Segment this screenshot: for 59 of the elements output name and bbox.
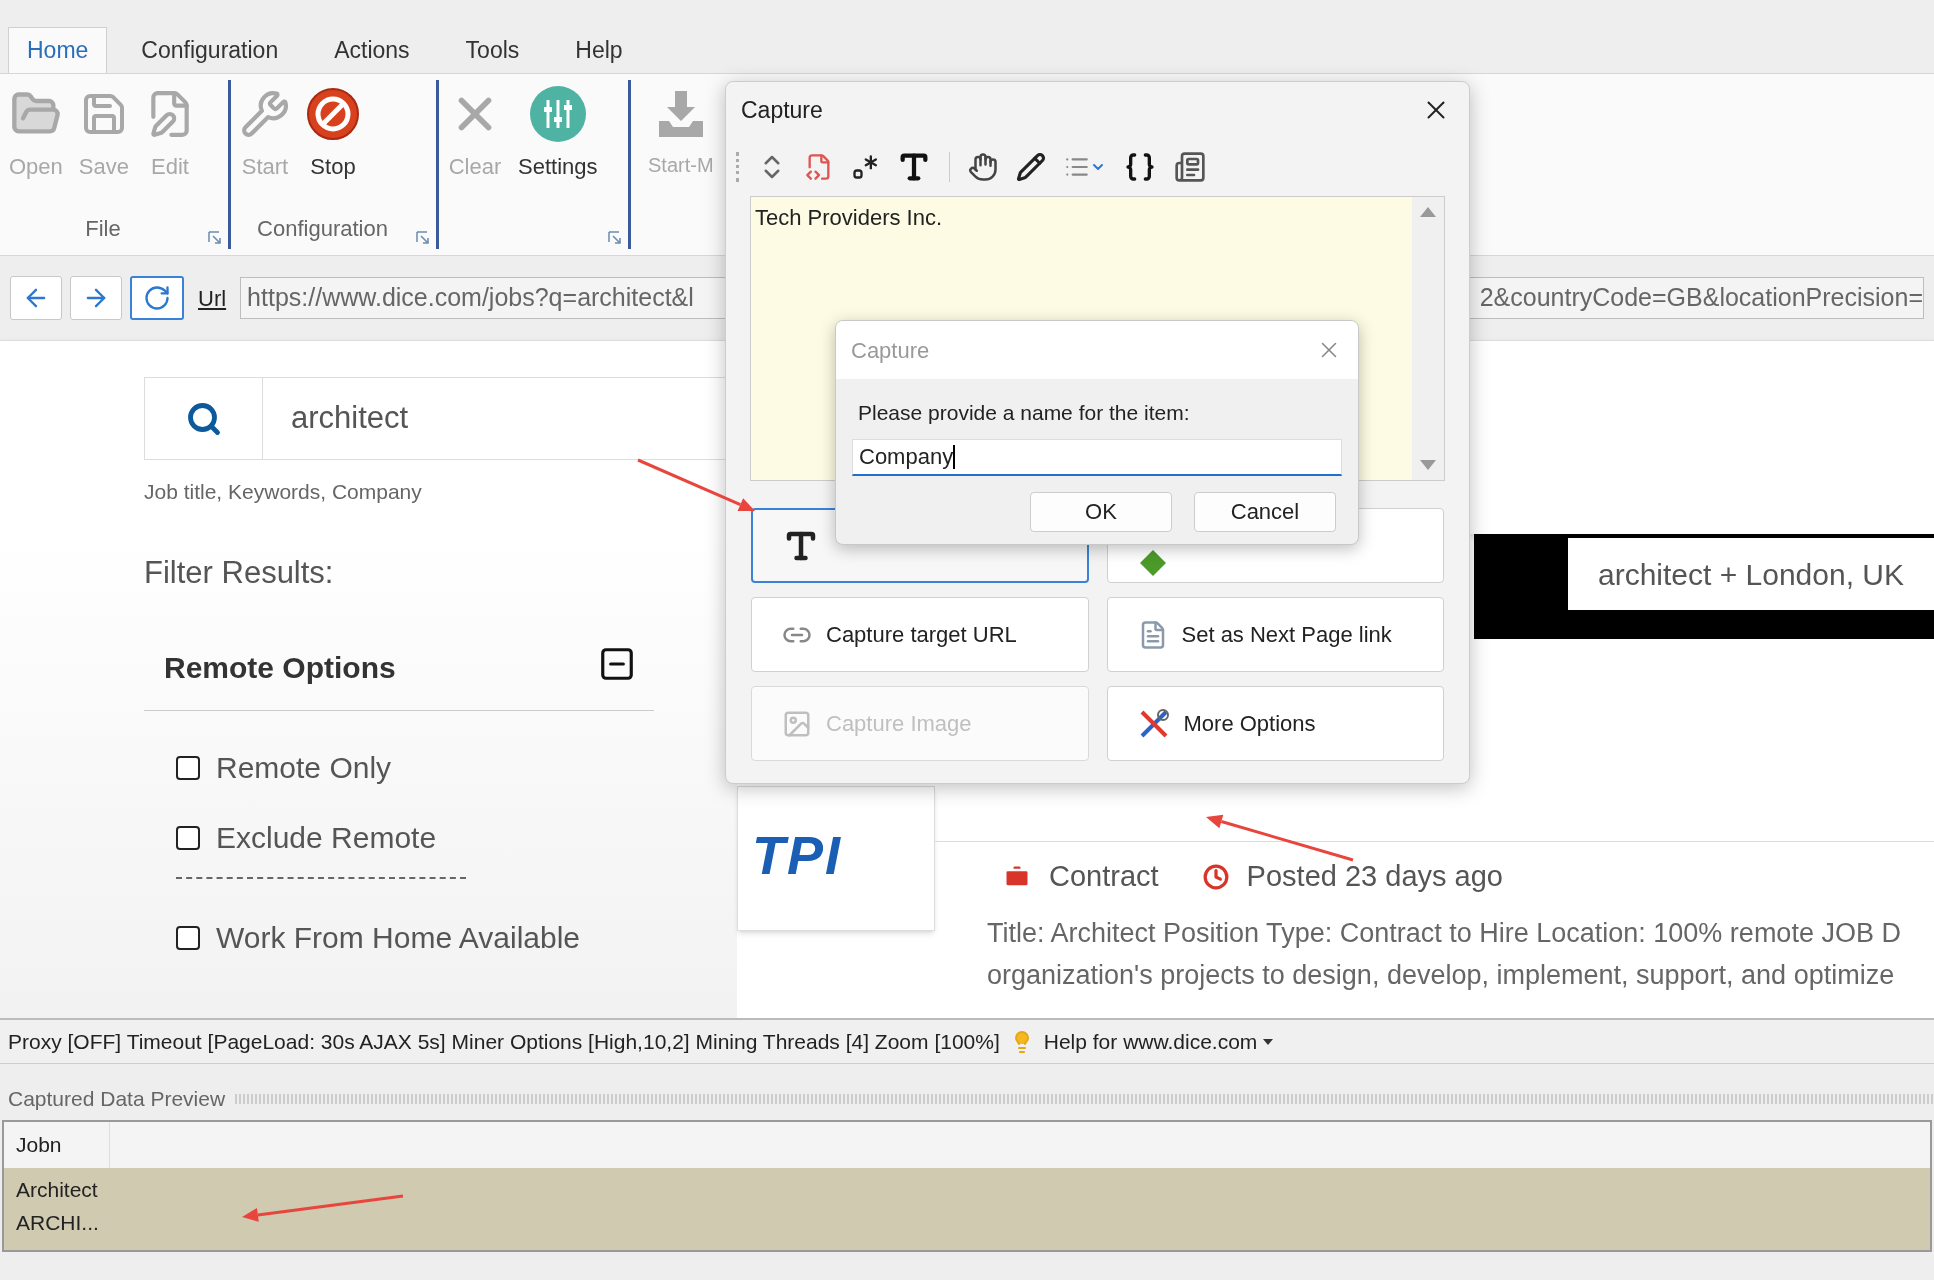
pencil-icon[interactable] — [1016, 152, 1046, 182]
search-hint: Job title, Keywords, Company — [144, 479, 422, 505]
help-link[interactable]: Help for www.dice.com — [1043, 1025, 1274, 1058]
capture-action-button[interactable]: Set as Next Page link — [1106, 597, 1444, 672]
clock-icon — [1202, 864, 1229, 890]
braces-icon[interactable] — [1124, 151, 1156, 183]
filter-title: Filter Results: — [144, 554, 334, 592]
checkbox[interactable] — [176, 825, 200, 850]
menu-tab[interactable]: Configuration — [119, 27, 301, 73]
panel-title: Captured Data Preview — [8, 1086, 226, 1113]
url-text: 2&countryCode=GB&locationPrecision= — [1479, 282, 1923, 314]
section-title: Remote Options — [164, 649, 396, 686]
company-logo: TPI — [737, 786, 935, 931]
menu-tab[interactable]: Actions — [312, 27, 432, 73]
ribbon-button[interactable]: Settings — [515, 84, 601, 183]
menu-tab[interactable]: Tools — [443, 27, 542, 73]
filter-checkbox[interactable]: Remote Only — [176, 732, 392, 803]
sliders-icon — [528, 85, 587, 143]
job-description: Title: Architect Position Type: Contract to Hire Location: 100% remote JOB D — [987, 917, 1901, 950]
hand-icon[interactable] — [968, 152, 998, 182]
posted-date: Posted 23 days ago — [1246, 859, 1503, 895]
filter-checkbox[interactable]: Work From Home Available — [176, 902, 580, 973]
dialog-button[interactable]: Cancel — [1194, 491, 1336, 532]
dialog-button[interactable]: OK — [1030, 491, 1172, 532]
filter-checkbox[interactable]: Exclude Remote — [176, 802, 437, 873]
name-input[interactable]: Company — [852, 438, 1342, 476]
stop-icon — [306, 87, 360, 141]
ribbon-button[interactable]: Stop — [303, 84, 363, 183]
dialog-title: Capture — [741, 95, 823, 125]
table-cell-text: Architect — [15, 1177, 98, 1203]
checkbox[interactable] — [176, 925, 200, 950]
group-label: File — [85, 215, 121, 243]
job-type: Contract — [1049, 859, 1159, 895]
menu-tab[interactable]: Home — [8, 27, 108, 73]
launcher-icon[interactable] — [416, 231, 430, 245]
launcher-icon[interactable] — [608, 231, 622, 245]
search-icon — [185, 400, 222, 437]
status-text: Proxy [OFF] Timeout [PageLoad: 30s AJAX 5s] Miner Options [High,10,2] Mining Threads [4] Zoom [100%] — [8, 1028, 1000, 1055]
tray-arrow-icon — [658, 91, 703, 137]
regex-icon[interactable] — [851, 153, 879, 181]
wrench-icon — [240, 89, 290, 139]
page-icon[interactable] — [1174, 151, 1206, 183]
url-label: Url — [198, 284, 227, 313]
back-button[interactable] — [10, 276, 62, 320]
group-label: Configuration — [257, 215, 388, 243]
url-text: https://www.dice.com/jobs?q=architect&l — [247, 282, 694, 314]
forward-button[interactable] — [70, 276, 122, 320]
checkbox[interactable] — [176, 755, 200, 780]
refresh-icon — [143, 284, 171, 312]
capture-action-button[interactable]: Capture target URL — [751, 597, 1089, 672]
table-cell-text: ARCHI... — [15, 1210, 99, 1236]
caret-icon — [1263, 1038, 1274, 1045]
location-banner: architect + London, UK — [1568, 538, 1934, 610]
launcher-icon[interactable] — [208, 231, 222, 245]
capture-action-button[interactable]: More Options — [1106, 686, 1444, 761]
job-description: organization's projects to design, develop, implement, support, and optimize — [987, 959, 1895, 992]
dialog-title: Capture — [851, 336, 930, 365]
refresh-button[interactable] — [130, 276, 184, 320]
menu-tab[interactable]: Help — [553, 27, 645, 73]
